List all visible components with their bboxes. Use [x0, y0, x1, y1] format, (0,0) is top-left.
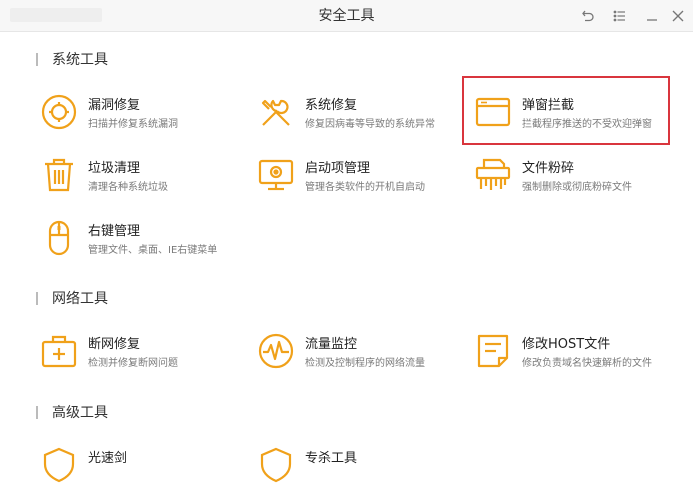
- menu-list-icon: [613, 10, 625, 22]
- tool-advanced-2[interactable]: 专杀工具: [257, 444, 467, 490]
- tool-advanced-1[interactable]: 光速剑: [40, 444, 250, 490]
- menu-button[interactable]: [610, 6, 630, 26]
- tool-junk-clean[interactable]: 垃圾清理 清理各种系统垃圾: [40, 154, 250, 200]
- popup-window-icon: [475, 97, 511, 127]
- tool-name: 弹窗拦截: [522, 98, 575, 113]
- tool-desc: 修改负责域名快速解析的文件: [522, 358, 652, 369]
- traffic-monitor-icon: [258, 333, 294, 369]
- tool-edit-host[interactable]: 修改HOST文件 修改负责域名快速解析的文件: [474, 330, 684, 376]
- mouse-icon: [48, 220, 70, 256]
- section-marker: [36, 406, 38, 419]
- tool-desc: 修复因病毒等导致的系统异常: [305, 119, 435, 130]
- tool-system-repair[interactable]: 系统修复 修复因病毒等导致的系统异常: [257, 91, 467, 137]
- undo-arrow-icon: [582, 10, 594, 22]
- tool-name: 专杀工具: [305, 451, 358, 466]
- section-label: 网络工具: [52, 291, 108, 307]
- host-file-icon: [477, 334, 509, 368]
- tool-name: 启动项管理: [305, 161, 371, 176]
- tool-name: 流量监控: [305, 337, 358, 352]
- tool-desc: 强制删除或彻底粉碎文件: [522, 182, 632, 193]
- tool-desc: 管理各类软件的开机自启动: [305, 182, 425, 193]
- trash-can-icon: [45, 158, 73, 192]
- first-aid-kit-icon: [41, 335, 77, 368]
- tool-name: 断网修复: [88, 337, 141, 352]
- close-icon: [672, 10, 684, 22]
- tool-name: 文件粉碎: [522, 161, 575, 176]
- tool-startup-manager[interactable]: 启动项管理 管理各类软件的开机自启动: [257, 154, 467, 200]
- tool-network-repair[interactable]: 断网修复 检测并修复断网问题: [40, 330, 250, 376]
- vulnerability-repair-icon: [41, 94, 77, 130]
- back-button[interactable]: [578, 6, 598, 26]
- section-marker: [36, 53, 38, 66]
- tool-desc: 检测并修复断网问题: [88, 358, 178, 369]
- tool-popup-block[interactable]: 弹窗拦截 拦截程序推送的不受欢迎弹窗: [474, 91, 684, 137]
- shredder-icon: [475, 158, 511, 190]
- tool-vulnerability-repair[interactable]: 漏洞修复 扫描并修复系统漏洞: [40, 91, 250, 137]
- tool-name: 修改HOST文件: [522, 337, 611, 352]
- title-bar: 安全工具: [0, 0, 693, 32]
- section-label: 高级工具: [52, 405, 108, 421]
- tool-name: 漏洞修复: [88, 98, 141, 113]
- monitor-startup-icon: [258, 159, 294, 191]
- minimize-button[interactable]: [642, 6, 662, 26]
- section-marker: [36, 292, 38, 305]
- tool-desc: 扫描并修复系统漏洞: [88, 119, 178, 130]
- tool-desc: 管理文件、桌面、IE右键菜单: [88, 245, 218, 256]
- minimize-icon: [647, 19, 657, 21]
- tool-name: 垃圾清理: [88, 161, 141, 176]
- section-label: 系统工具: [52, 52, 108, 68]
- tool-name: 系统修复: [305, 98, 358, 113]
- shield-icon: [260, 447, 292, 483]
- close-button[interactable]: [668, 6, 688, 26]
- tool-desc: 检测及控制程序的网络流量: [305, 358, 425, 369]
- tool-name: 右键管理: [88, 224, 141, 239]
- tool-desc: 拦截程序推送的不受欢迎弹窗: [522, 119, 652, 130]
- tool-traffic-monitor[interactable]: 流量监控 检测及控制程序的网络流量: [257, 330, 467, 376]
- shield-icon: [43, 447, 75, 483]
- wrench-screwdriver-icon: [261, 99, 290, 126]
- tool-file-shredder[interactable]: 文件粉碎 强制删除或彻底粉碎文件: [474, 154, 684, 200]
- tool-desc: 清理各种系统垃圾: [88, 182, 168, 193]
- tool-name: 光速剑: [88, 451, 128, 466]
- tool-context-menu[interactable]: 右键管理 管理文件、桌面、IE右键菜单: [40, 217, 250, 263]
